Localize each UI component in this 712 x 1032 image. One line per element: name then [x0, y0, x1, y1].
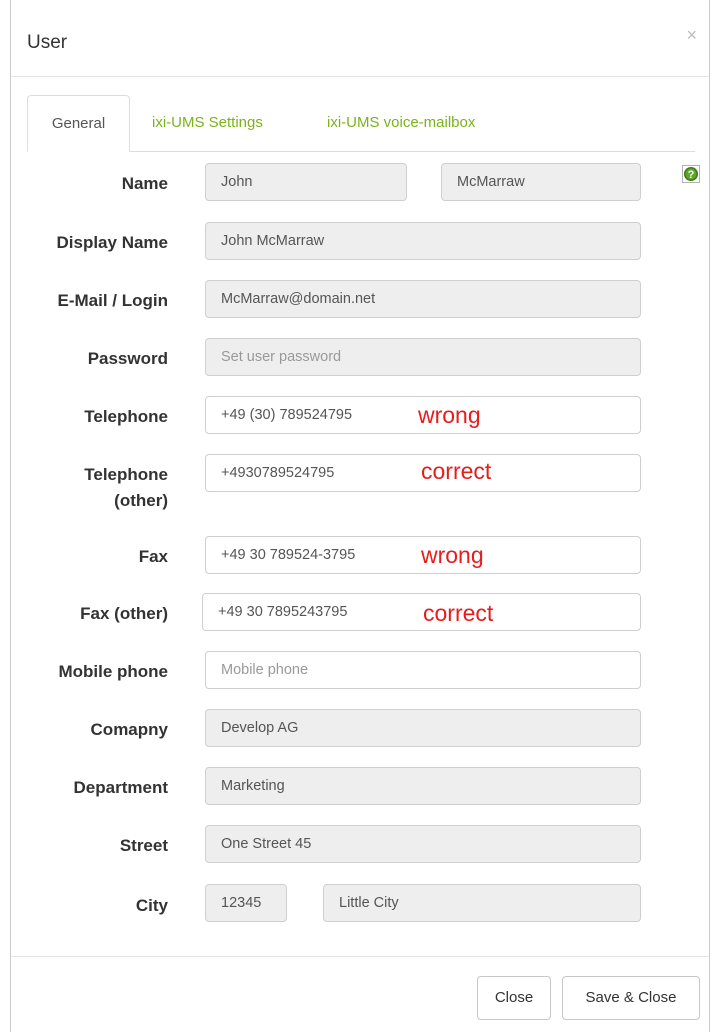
fax-other-field[interactable]: +49 30 7895243795	[202, 593, 641, 631]
fax-other-annotation: correct	[423, 600, 494, 626]
name-label: Name	[121, 174, 168, 193]
svg-text:?: ?	[688, 169, 695, 181]
city-field[interactable]: Little City	[323, 884, 641, 922]
footer-divider	[11, 956, 709, 957]
header-divider	[11, 76, 709, 77]
tab-bar: General ixi-UMS Settings ixi-UMS voice-m…	[27, 95, 695, 152]
tab-ixi-ums-settings[interactable]: ixi-UMS Settings	[152, 95, 263, 151]
company-field[interactable]: Develop AG	[205, 709, 641, 747]
close-button[interactable]: Close	[477, 976, 551, 1020]
department-field[interactable]: Marketing	[205, 767, 641, 805]
fax-annotation: wrong	[421, 542, 484, 568]
tab-general[interactable]: General	[27, 95, 130, 152]
password-field[interactable]: Set user password	[205, 338, 641, 376]
department-label: Department	[73, 778, 168, 797]
fax-other-label: Fax (other)	[80, 604, 168, 623]
mobile-phone-label: Mobile phone	[58, 662, 168, 681]
user-dialog: User × General ixi-UMS Settings ixi-UMS …	[10, 0, 710, 1032]
save-and-close-button[interactable]: Save & Close	[562, 976, 700, 1020]
display-name-label: Display Name	[56, 233, 169, 252]
mobile-phone-field[interactable]: Mobile phone	[205, 651, 641, 689]
telephone-other-annotation: correct	[421, 458, 492, 484]
telephone-annotation: wrong	[418, 402, 481, 428]
street-label: Street	[119, 836, 168, 855]
email-field[interactable]: McMarraw@domain.net	[205, 280, 641, 318]
email-label: E-Mail / Login	[57, 291, 169, 310]
telephone-label: Telephone	[84, 407, 168, 426]
street-field[interactable]: One Street 45	[205, 825, 641, 863]
first-name-field[interactable]: John	[205, 163, 407, 201]
telephone-other-label-line1: Telephone	[84, 465, 168, 484]
tab-ixi-ums-voice-mailbox[interactable]: ixi-UMS voice-mailbox	[327, 95, 475, 151]
telephone-other-label-line2: (other)	[114, 491, 168, 510]
dialog-title: User	[27, 32, 68, 53]
city-label: City	[135, 896, 168, 915]
zip-field[interactable]: 12345	[205, 884, 287, 922]
last-name-field[interactable]: McMarraw	[441, 163, 641, 201]
fax-label: Fax	[138, 547, 168, 566]
close-icon[interactable]: ×	[686, 26, 697, 44]
password-label: Password	[87, 349, 168, 368]
display-name-field[interactable]: John McMarraw	[205, 222, 641, 260]
help-circle-icon[interactable]: ?	[682, 165, 700, 183]
company-label: Comapny	[90, 720, 168, 739]
